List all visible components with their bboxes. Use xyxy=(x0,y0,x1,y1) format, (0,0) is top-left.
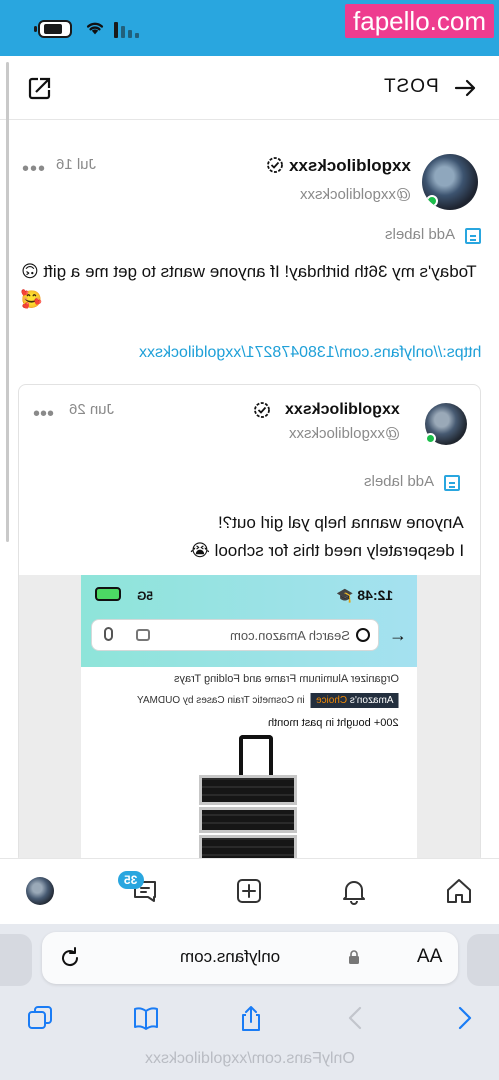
amazon-network: 5G xyxy=(137,589,154,603)
post-date: Jul 16 xyxy=(56,156,97,173)
add-labels-text: Add labels xyxy=(363,473,434,490)
back-chevron-icon[interactable] xyxy=(342,1004,370,1032)
quoted-display-name[interactable]: xxgoldilocksxx xyxy=(285,401,400,419)
add-labels-text: Add labels xyxy=(384,226,455,243)
address-text[interactable]: onlyfans.com xyxy=(180,947,280,967)
page-title: POST xyxy=(383,76,439,97)
reload-icon[interactable] xyxy=(58,946,82,970)
battery-icon xyxy=(95,587,121,601)
amazon-screenshot: 12:48 🎓 5G Search Amazon.com → Organizer… xyxy=(81,575,417,863)
post-text: Today's my 36th birthday! If anyone want… xyxy=(21,262,477,309)
post-header: POST xyxy=(0,56,499,120)
label-icon xyxy=(444,475,460,491)
verified-icon xyxy=(254,402,270,418)
verified-icon xyxy=(267,157,283,173)
bottom-nav: 35 xyxy=(0,858,499,924)
next-tab[interactable] xyxy=(467,934,499,986)
share-icon[interactable] xyxy=(26,74,54,102)
search-icon xyxy=(356,628,370,642)
amazon-product-title: Organizer Aluminum Frame and Folding Tra… xyxy=(174,673,399,685)
watermark-badge: fapello.com xyxy=(345,4,494,38)
online-indicator xyxy=(426,195,438,207)
quoted-date: Jun 26 xyxy=(69,401,115,418)
share-icon[interactable] xyxy=(237,1004,265,1032)
add-labels[interactable]: Add labels xyxy=(361,226,481,246)
forward-chevron-icon[interactable] xyxy=(450,1004,478,1032)
add-labels[interactable]: Add labels xyxy=(340,473,460,493)
amazon-time: 12:48 🎓 xyxy=(335,587,393,603)
add-icon[interactable] xyxy=(236,878,262,904)
post-handle[interactable]: @xxgoldilocksxx xyxy=(300,186,411,203)
back-arrow-icon: → xyxy=(389,625,407,645)
home-icon[interactable] xyxy=(444,877,474,905)
browser-chrome: onlyfans.com AA OnlyFans.com/xxgoldilock… xyxy=(0,924,499,1080)
bell-icon[interactable] xyxy=(340,877,368,905)
online-indicator xyxy=(425,433,436,444)
quoted-handle[interactable]: @xxgoldilocksxx xyxy=(289,425,400,442)
quoted-post-card[interactable]: xxgoldilocksxx Jun 26 ••• @xxgoldilocksx… xyxy=(18,384,481,864)
amazon-bought-count: 200+ bought in past month xyxy=(268,717,399,729)
avatar[interactable] xyxy=(422,154,478,210)
scrollbar[interactable] xyxy=(6,62,9,542)
more-options-icon[interactable]: ••• xyxy=(22,158,46,181)
camera-icon xyxy=(136,629,150,641)
quoted-text: Anyone wanna help yal girl out?! I despe… xyxy=(189,513,464,560)
bookmarks-icon[interactable] xyxy=(132,1004,160,1032)
microphone-icon xyxy=(104,627,113,641)
avatar[interactable] xyxy=(26,877,54,905)
more-options-icon[interactable]: ••• xyxy=(33,403,54,426)
previous-tab[interactable] xyxy=(0,934,32,986)
train-case-image xyxy=(199,735,297,863)
amazon-search-placeholder: Search Amazon.com xyxy=(230,628,350,643)
arrow-icon[interactable] xyxy=(453,76,477,100)
post-display-name[interactable]: xxgoldilocksxx xyxy=(289,156,411,176)
tabs-icon[interactable] xyxy=(26,1004,54,1032)
amazon-header: 12:48 🎓 5G Search Amazon.com → xyxy=(81,575,417,667)
status-bar: fapello.com xyxy=(0,0,499,56)
wifi-icon xyxy=(86,22,104,35)
amazon-search-bar: Search Amazon.com xyxy=(91,619,379,651)
messages-badge: 35 xyxy=(118,871,144,889)
address-bar[interactable]: onlyfans.com AA xyxy=(42,932,458,984)
text-size-button[interactable]: AA xyxy=(417,946,442,968)
amazon-choice-badge: Amazon's Choice xyxy=(311,693,399,708)
browser-toolbar xyxy=(0,1000,499,1040)
footer-watermark: OnlyFans.com/xxgoldilocksxx xyxy=(144,1050,355,1067)
lock-icon xyxy=(349,950,359,964)
post-link[interactable]: https://onlyfans.com/1380478271/xxgoldil… xyxy=(139,344,481,362)
quoted-media[interactable]: 12:48 🎓 5G Search Amazon.com → Organizer… xyxy=(19,575,480,863)
quoted-avatar[interactable] xyxy=(425,403,467,445)
battery-icon xyxy=(34,20,72,38)
signal-icon xyxy=(114,22,142,38)
amazon-choice-row: in Cosmetic Train Cases by OUDMAY Amazon… xyxy=(137,693,399,708)
label-icon xyxy=(465,228,481,244)
